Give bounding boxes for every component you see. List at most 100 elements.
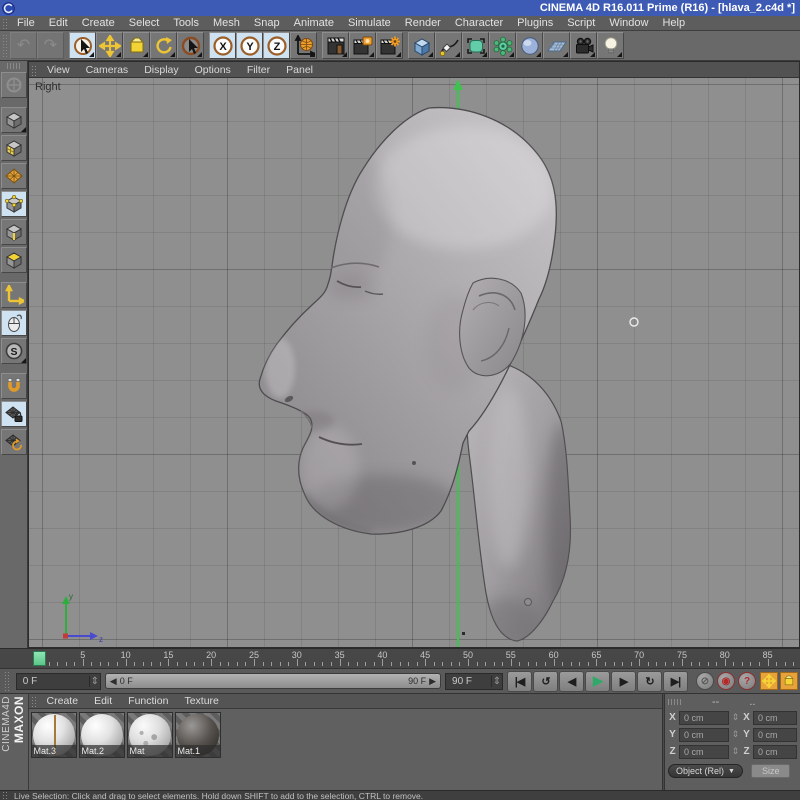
- coordinate-system-button[interactable]: [290, 32, 317, 59]
- axis-lock-button[interactable]: Z: [263, 32, 290, 59]
- menu-item[interactable]: Help: [655, 17, 692, 29]
- size-input[interactable]: 0 cm: [753, 728, 797, 742]
- end-frame-spinner[interactable]: ⇕: [491, 676, 502, 687]
- menu-item[interactable]: Animate: [287, 17, 341, 29]
- scale-button[interactable]: [123, 32, 150, 59]
- menu-item[interactable]: Simulate: [341, 17, 398, 29]
- menu-item[interactable]: Mesh: [206, 17, 247, 29]
- position-spinner[interactable]: ⇕: [731, 712, 740, 723]
- redo-button[interactable]: ↷: [37, 32, 64, 59]
- menu-item[interactable]: Window: [602, 17, 655, 29]
- playhead-handle[interactable]: [33, 651, 46, 666]
- title-bar[interactable]: CINEMA 4D R16.011 Prime (R16) - [hlava_2…: [0, 0, 800, 16]
- render-settings-button[interactable]: [376, 32, 403, 59]
- play-button[interactable]: ▶: [585, 671, 610, 692]
- light-button[interactable]: [597, 32, 624, 59]
- spline-pen-button[interactable]: [435, 32, 462, 59]
- material-thumbnail[interactable]: Mat.3: [31, 712, 77, 758]
- rotate-button[interactable]: [150, 32, 177, 59]
- last-tool-button[interactable]: [177, 32, 204, 59]
- next-frame-button[interactable]: ▶: [611, 671, 636, 692]
- key-scale-toggle[interactable]: [780, 672, 798, 690]
- current-frame-spinner[interactable]: ⇕: [89, 676, 100, 687]
- viewport-canvas[interactable]: Right: [29, 78, 799, 647]
- material-thumbnail[interactable]: Mat: [127, 712, 173, 758]
- toolbar-grip[interactable]: [2, 34, 8, 57]
- coordinate-mode-dropdown[interactable]: Object (Rel)▼: [668, 764, 743, 778]
- menu-item[interactable]: Plugins: [510, 17, 560, 29]
- rangebar-grip[interactable]: [4, 671, 10, 690]
- position-spinner[interactable]: ⇕: [731, 746, 740, 757]
- material-menu-item[interactable]: Edit: [86, 695, 120, 707]
- viewport-menu-item[interactable]: View: [39, 64, 78, 76]
- end-frame-input[interactable]: 90 F ⇕: [445, 673, 503, 690]
- render-view-button[interactable]: [322, 32, 349, 59]
- viewport-menu-item[interactable]: Options: [187, 64, 239, 76]
- axis-lock-button[interactable]: Y: [236, 32, 263, 59]
- add-cube-button[interactable]: [408, 32, 435, 59]
- size-input[interactable]: 0 cm: [753, 745, 797, 759]
- undo-button[interactable]: ↶: [10, 32, 37, 59]
- menu-item[interactable]: Render: [398, 17, 448, 29]
- position-spinner[interactable]: ⇕: [731, 729, 740, 740]
- material-menu-grip[interactable]: [31, 695, 37, 706]
- material-menu-item[interactable]: Texture: [176, 695, 226, 707]
- object-center-handle[interactable]: [630, 318, 638, 326]
- material-thumbnail[interactable]: Mat.1: [175, 712, 221, 758]
- prev-key-button[interactable]: ↺: [533, 671, 558, 692]
- autokey-button[interactable]: ◉: [717, 672, 735, 690]
- help-button[interactable]: ?: [738, 672, 756, 690]
- workplane-mode-button[interactable]: [1, 163, 27, 189]
- environment-button[interactable]: [543, 32, 570, 59]
- material-menu-item[interactable]: Create: [39, 695, 87, 707]
- viewport-menu-item[interactable]: Cameras: [78, 64, 137, 76]
- polygons-mode-button[interactable]: [1, 247, 27, 273]
- menu-item[interactable]: Tools: [166, 17, 206, 29]
- coordinates-grip[interactable]: [668, 699, 682, 705]
- menu-grip[interactable]: [2, 17, 8, 28]
- model-mode-button[interactable]: [1, 107, 27, 133]
- camera-button[interactable]: [570, 32, 597, 59]
- position-input[interactable]: 0 cm: [679, 711, 729, 725]
- edges-mode-button[interactable]: [1, 219, 27, 245]
- dock-grip[interactable]: [7, 63, 21, 69]
- menu-item[interactable]: Character: [448, 17, 510, 29]
- magnet-snap-button[interactable]: [1, 373, 27, 399]
- snap-toggle-button[interactable]: S: [1, 338, 27, 364]
- key-position-toggle[interactable]: [760, 672, 778, 690]
- viewport-menu-item[interactable]: Filter: [239, 64, 278, 76]
- menu-item[interactable]: Select: [122, 17, 167, 29]
- live-selection-button[interactable]: [69, 32, 96, 59]
- points-mode-button[interactable]: [1, 191, 27, 217]
- render-picture-viewer-button[interactable]: [349, 32, 376, 59]
- move-button[interactable]: [96, 32, 123, 59]
- material-menu-item[interactable]: Function: [120, 695, 176, 707]
- menu-item[interactable]: Create: [75, 17, 122, 29]
- goto-start-button[interactable]: |◀: [507, 671, 532, 692]
- subdivision-surface-button[interactable]: [462, 32, 489, 59]
- prev-frame-button[interactable]: ◀: [559, 671, 584, 692]
- preview-range-slider[interactable]: ◀0 F 90 F▶: [105, 673, 441, 689]
- position-input[interactable]: 0 cm: [679, 745, 729, 759]
- viewport-menu-item[interactable]: Display: [136, 64, 186, 76]
- goto-end-button[interactable]: ▶|: [663, 671, 688, 692]
- viewport-menu-grip[interactable]: [31, 64, 37, 76]
- size-input[interactable]: 0 cm: [753, 711, 797, 725]
- timeline-ruler[interactable]: 0510152025303540455055606570758085: [0, 648, 800, 668]
- menu-item[interactable]: File: [10, 17, 42, 29]
- tweak-mode-button[interactable]: [1, 310, 27, 336]
- size-mode-button[interactable]: Size: [751, 764, 791, 778]
- position-input[interactable]: 0 cm: [679, 728, 729, 742]
- menu-item[interactable]: Edit: [42, 17, 75, 29]
- workplane-lock-button[interactable]: [1, 401, 27, 427]
- menu-item[interactable]: Script: [560, 17, 602, 29]
- axis-lock-button[interactable]: X: [209, 32, 236, 59]
- deformers-button[interactable]: [516, 32, 543, 59]
- generators-button[interactable]: [489, 32, 516, 59]
- current-frame-input[interactable]: 0 F ⇕: [16, 673, 101, 690]
- viewport-menu-item[interactable]: Panel: [278, 64, 321, 76]
- menu-item[interactable]: Snap: [247, 17, 287, 29]
- material-thumbnail[interactable]: Mat.2: [79, 712, 125, 758]
- object-axis-mode-button[interactable]: [1, 282, 27, 308]
- next-key-button[interactable]: ↻: [637, 671, 662, 692]
